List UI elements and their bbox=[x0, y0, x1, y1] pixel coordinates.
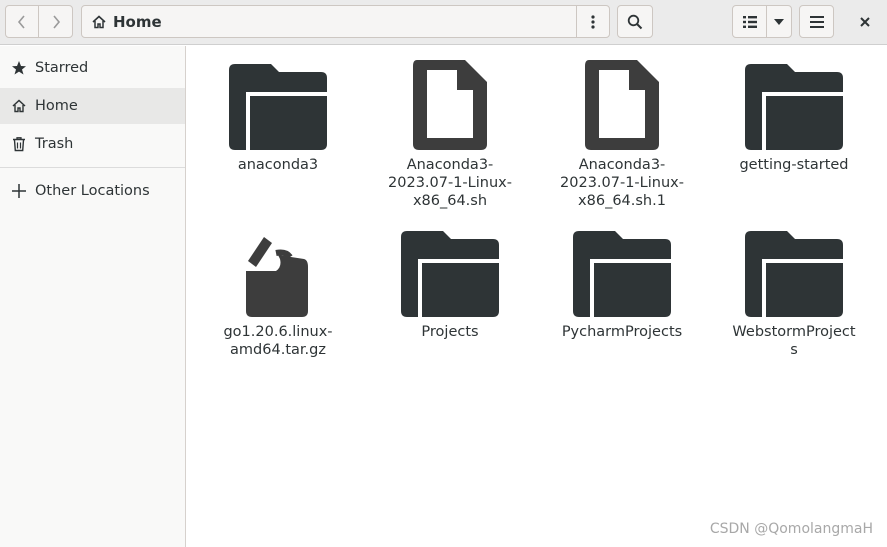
sidebar-item-home[interactable]: Home bbox=[0, 88, 185, 124]
close-icon bbox=[859, 16, 870, 27]
folder-icon bbox=[228, 60, 328, 150]
sidebar-item-label: Home bbox=[35, 98, 78, 114]
file-name: anaconda3 bbox=[237, 157, 319, 173]
path-menu-button[interactable] bbox=[576, 5, 610, 38]
location-pathbar[interactable]: Home bbox=[81, 5, 577, 38]
document-icon bbox=[400, 60, 500, 150]
file-item[interactable]: getting-started bbox=[719, 60, 869, 174]
back-button[interactable] bbox=[5, 5, 39, 38]
file-item[interactable]: Anaconda3- 2023.07-1-Linux- x86_64.sh.1 bbox=[547, 60, 697, 210]
sidebar-divider bbox=[0, 167, 185, 168]
chevron-right-icon bbox=[52, 14, 60, 29]
list-view-button[interactable] bbox=[732, 5, 767, 38]
forward-button[interactable] bbox=[38, 5, 73, 38]
file-name: PycharmProjects bbox=[561, 324, 683, 340]
sidebar-item-label: Starred bbox=[35, 60, 89, 76]
hamburger-icon bbox=[809, 15, 824, 28]
star-icon bbox=[11, 60, 27, 76]
file-item[interactable]: Anaconda3- 2023.07-1-Linux- x86_64.sh bbox=[375, 60, 525, 210]
folder-icon bbox=[744, 227, 844, 317]
file-item[interactable]: Projects bbox=[375, 227, 525, 341]
search-button[interactable] bbox=[617, 5, 653, 38]
list-view-icon bbox=[742, 15, 757, 28]
sidebar-item-label: Trash bbox=[35, 136, 74, 152]
sidebar-item-label: Other Locations bbox=[35, 183, 150, 199]
folder-icon bbox=[400, 227, 500, 317]
main-menu-button[interactable] bbox=[799, 5, 834, 38]
file-item[interactable]: PycharmProjects bbox=[547, 227, 697, 341]
sidebar-item-other-locations[interactable]: Other Locations bbox=[0, 173, 185, 209]
folder-icon bbox=[744, 60, 844, 150]
file-name: WebstormProjects bbox=[732, 324, 856, 358]
file-name: Anaconda3- 2023.07-1-Linux- x86_64.sh.1 bbox=[560, 157, 684, 209]
file-name: Anaconda3- 2023.07-1-Linux- x86_64.sh bbox=[388, 157, 512, 209]
path-segment-home[interactable]: Home bbox=[113, 13, 162, 31]
sidebar-item-starred[interactable]: Starred bbox=[0, 50, 185, 86]
sidebar-item-trash[interactable]: Trash bbox=[0, 126, 185, 162]
triangle-down-icon bbox=[774, 18, 784, 25]
sidebar: Starred Home Trash Other Locations bbox=[0, 46, 186, 547]
close-button[interactable] bbox=[848, 5, 881, 38]
file-name: go1.20.6.linux- amd64.tar.gz bbox=[223, 324, 333, 358]
view-options-button[interactable] bbox=[766, 5, 792, 38]
file-name: Projects bbox=[421, 324, 479, 340]
file-item[interactable]: WebstormProjects bbox=[719, 227, 869, 359]
watermark: CSDN @QomolangmaH bbox=[709, 521, 873, 537]
chevron-left-icon bbox=[17, 14, 25, 29]
file-item[interactable]: go1.20.6.linux- amd64.tar.gz bbox=[203, 227, 353, 359]
archive-icon bbox=[228, 227, 328, 317]
folder-icon bbox=[572, 227, 672, 317]
vertical-dots-icon bbox=[591, 14, 595, 29]
plus-icon bbox=[11, 183, 27, 199]
document-icon bbox=[572, 60, 672, 150]
home-icon bbox=[11, 98, 27, 114]
trash-icon bbox=[11, 136, 27, 152]
search-icon bbox=[627, 14, 643, 29]
header-bar: Home bbox=[0, 0, 887, 45]
home-icon bbox=[92, 14, 106, 28]
file-grid: anaconda3 Anaconda3- 2023.07-1-Linux- x8… bbox=[187, 46, 887, 547]
file-name: getting-started bbox=[739, 157, 849, 173]
file-item[interactable]: anaconda3 bbox=[203, 60, 353, 174]
